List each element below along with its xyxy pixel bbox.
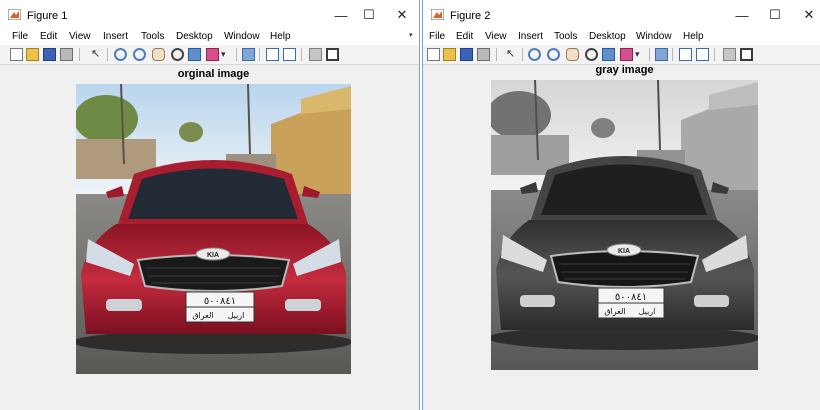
- menu-window[interactable]: Window: [224, 31, 260, 42]
- car-badge: KIA: [207, 252, 219, 259]
- link-icon[interactable]: [655, 48, 668, 61]
- rotate-3d-icon[interactable]: [585, 48, 598, 61]
- print-icon[interactable]: [477, 48, 490, 61]
- insert-legend-icon[interactable]: [696, 48, 709, 61]
- hide-plot-tools-icon[interactable]: [723, 48, 736, 61]
- hide-plot-tools-icon[interactable]: [309, 48, 322, 61]
- title-bar[interactable]: Figure 1 — ☐ ✕: [0, 0, 419, 30]
- plate-country: العراق: [604, 307, 625, 316]
- save-icon[interactable]: [460, 48, 473, 61]
- plate-number: ٥٠٠٨٤١: [615, 292, 647, 303]
- menu-tools[interactable]: Tools: [554, 31, 577, 42]
- plate-number: ٥٠٠٨٤١: [204, 296, 236, 307]
- window-title: Figure 2: [450, 10, 491, 22]
- zoom-in-icon[interactable]: [528, 48, 541, 61]
- brush-dropdown-icon[interactable]: ▾: [635, 48, 648, 61]
- link-icon[interactable]: [242, 48, 255, 61]
- menu-bar: File Edit View Insert Tools Desktop Wind…: [423, 30, 820, 45]
- menu-file[interactable]: File: [429, 31, 445, 42]
- figure-2-window[interactable]: Figure 2 — ☐ ✕ File Edit View Insert Too…: [422, 0, 820, 410]
- menu-window[interactable]: Window: [636, 31, 672, 42]
- pointer-icon[interactable]: ↖: [91, 48, 104, 61]
- data-cursor-icon[interactable]: [602, 48, 615, 61]
- close-button[interactable]: ✕: [797, 5, 820, 25]
- menu-view[interactable]: View: [485, 31, 507, 42]
- print-icon[interactable]: [60, 48, 73, 61]
- menu-help[interactable]: Help: [270, 31, 291, 42]
- menu-file[interactable]: File: [12, 31, 28, 42]
- insert-colorbar-icon[interactable]: [266, 48, 279, 61]
- insert-legend-icon[interactable]: [283, 48, 296, 61]
- car-photo: KIA ٥٠٠٨٤١ العراق اربيل: [76, 84, 351, 374]
- menu-insert[interactable]: Insert: [518, 31, 543, 42]
- axes-title: orginal image: [177, 68, 250, 80]
- image-axes[interactable]: KIA ٥٠٠٨٤١ العراق اربيل: [491, 80, 758, 370]
- window-title: Figure 1: [27, 10, 68, 22]
- plate-country: العراق: [192, 311, 213, 320]
- brush-icon[interactable]: [620, 48, 633, 61]
- menu-overflow-icon[interactable]: ▾: [409, 31, 413, 39]
- plate-city: اربيل: [639, 307, 656, 316]
- data-cursor-icon[interactable]: [188, 48, 201, 61]
- insert-colorbar-icon[interactable]: [679, 48, 692, 61]
- menu-view[interactable]: View: [69, 31, 91, 42]
- show-plot-tools-icon[interactable]: [326, 48, 339, 61]
- plate-city: اربيل: [228, 311, 245, 320]
- image-axes[interactable]: KIA ٥٠٠٨٤١ العراق اربيل: [76, 84, 351, 374]
- minimize-button[interactable]: —: [329, 5, 353, 25]
- zoom-in-icon[interactable]: [114, 48, 127, 61]
- maximize-button[interactable]: ☐: [763, 5, 787, 25]
- menu-edit[interactable]: Edit: [40, 31, 57, 42]
- open-file-icon[interactable]: [443, 48, 456, 61]
- figure-toolbar: ↖ ▾: [423, 45, 820, 65]
- menu-desktop[interactable]: Desktop: [589, 31, 626, 42]
- save-icon[interactable]: [43, 48, 56, 61]
- figure-toolbar: ↖ ▾: [0, 45, 419, 65]
- zoom-out-icon[interactable]: [547, 48, 560, 61]
- menu-bar: File Edit View Insert Tools Desktop Wind…: [0, 30, 419, 45]
- zoom-out-icon[interactable]: [133, 48, 146, 61]
- pan-icon[interactable]: [152, 48, 165, 61]
- brush-dropdown-icon[interactable]: ▾: [221, 48, 234, 61]
- new-figure-icon[interactable]: [10, 48, 23, 61]
- menu-tools[interactable]: Tools: [141, 31, 164, 42]
- title-bar[interactable]: Figure 2 — ☐ ✕: [423, 0, 820, 30]
- figure-1-window[interactable]: Figure 1 — ☐ ✕ File Edit View Insert Too…: [0, 0, 420, 410]
- brush-icon[interactable]: [206, 48, 219, 61]
- maximize-button[interactable]: ☐: [357, 5, 381, 25]
- show-plot-tools-icon[interactable]: [740, 48, 753, 61]
- rotate-3d-icon[interactable]: [171, 48, 184, 61]
- minimize-button[interactable]: —: [730, 5, 754, 25]
- pan-icon[interactable]: [566, 48, 579, 61]
- close-button[interactable]: ✕: [390, 5, 414, 25]
- menu-edit[interactable]: Edit: [456, 31, 473, 42]
- matlab-icon: [431, 9, 444, 20]
- menu-help[interactable]: Help: [683, 31, 704, 42]
- open-file-icon[interactable]: [26, 48, 39, 61]
- matlab-icon: [8, 9, 21, 20]
- menu-desktop[interactable]: Desktop: [176, 31, 213, 42]
- new-figure-icon[interactable]: [427, 48, 440, 61]
- car-photo-gray: KIA ٥٠٠٨٤١ العراق اربيل: [491, 80, 758, 370]
- car-badge: KIA: [618, 248, 630, 255]
- axes-title: gray image: [595, 64, 654, 76]
- menu-insert[interactable]: Insert: [103, 31, 128, 42]
- pointer-icon[interactable]: ↖: [506, 48, 519, 61]
